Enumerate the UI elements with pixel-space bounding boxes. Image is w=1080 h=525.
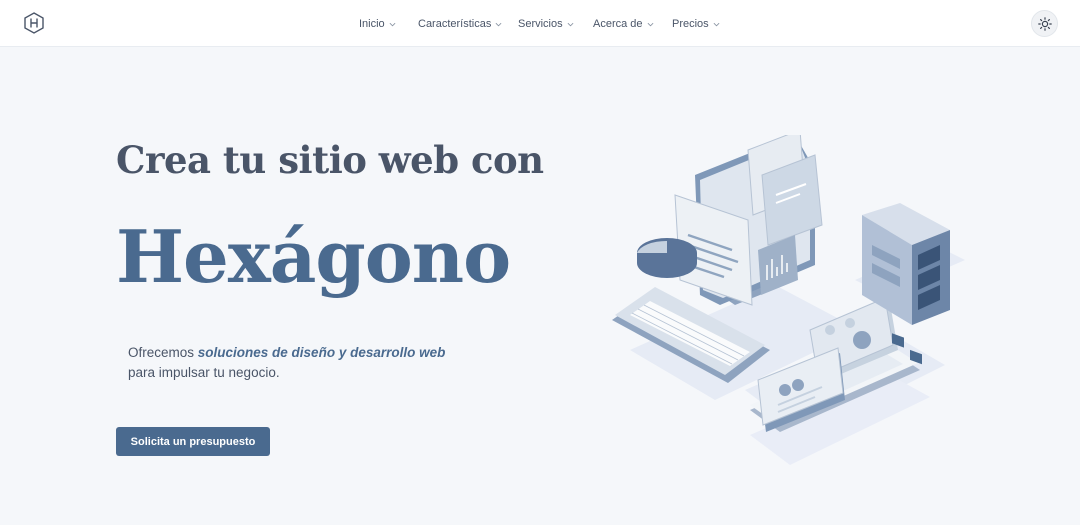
nav-item-label: Acerca de	[593, 18, 643, 30]
hero-title-line1: Crea tu sitio web con	[116, 138, 544, 182]
nav-item-acerca-de[interactable]: Acerca de	[593, 16, 654, 32]
main-nav: Inicio Características Servicios Acerca …	[0, 0, 1080, 47]
nav-item-label: Inicio	[359, 18, 385, 30]
hero-title-brand: Hexágono	[116, 214, 511, 299]
nav-item-precios[interactable]: Precios	[672, 16, 720, 32]
nav-item-label: Precios	[672, 18, 709, 30]
sun-icon	[1037, 16, 1052, 31]
hero-description-suffix: para impulsar tu negocio.	[128, 365, 280, 380]
chevron-down-icon	[567, 22, 574, 26]
nav-item-label: Servicios	[518, 18, 563, 30]
site-header: Inicio Características Servicios Acerca …	[0, 0, 1080, 47]
nav-item-caracteristicas[interactable]: Características	[418, 16, 502, 32]
request-quote-button[interactable]: Solicita un presupuesto	[116, 427, 270, 456]
hero-description-prefix: Ofrecemos	[128, 345, 198, 360]
chevron-down-icon	[713, 22, 720, 26]
nav-item-inicio[interactable]: Inicio	[359, 16, 396, 32]
isometric-devices-illustration	[600, 129, 980, 485]
nav-item-label: Características	[418, 18, 492, 30]
chevron-down-icon	[389, 22, 396, 26]
hero-description: Ofrecemos soluciones de diseño y desarro…	[128, 343, 468, 383]
theme-toggle-button[interactable]	[1031, 10, 1058, 37]
chevron-down-icon	[647, 22, 653, 26]
chevron-down-icon	[495, 22, 502, 26]
nav-item-servicios[interactable]: Servicios	[518, 16, 574, 32]
hexagon-logo-icon[interactable]	[22, 11, 46, 35]
hero-description-emphasis: soluciones de diseño y desarrollo web	[197, 345, 446, 360]
